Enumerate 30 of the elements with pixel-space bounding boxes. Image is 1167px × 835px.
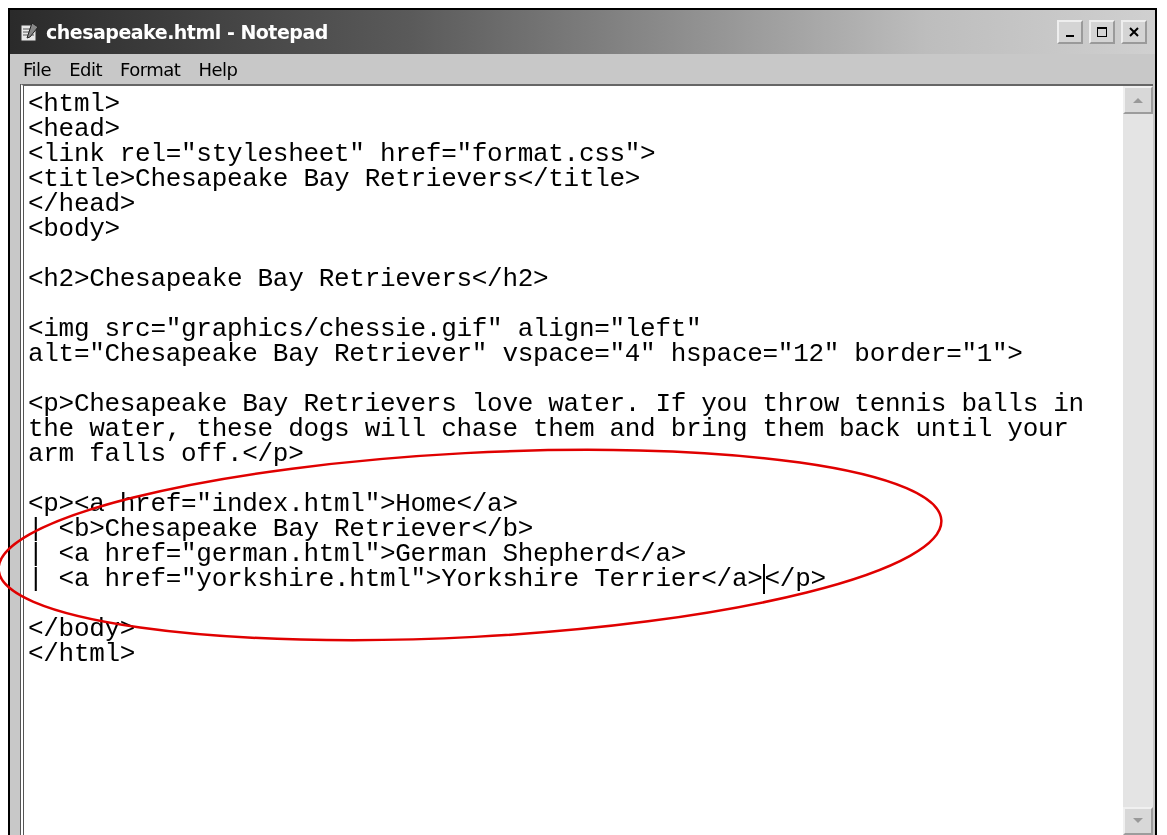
down-arrow-icon [1132,817,1144,825]
menu-item[interactable]: File [16,58,59,80]
code-line: | <a href="german.html">German Shepherd</a> [28,542,686,567]
minimize-button[interactable] [1057,20,1083,44]
code-line: </html> [28,642,136,667]
code-line: <body> [28,217,120,242]
close-button[interactable] [1121,20,1147,44]
menu-item[interactable]: Edit [62,58,109,80]
code-line: <img src="graphics/chessie.gif" align="left" [28,317,702,342]
code-line: <title>Chesapeake Bay Retrievers</title> [28,167,641,192]
menu-item[interactable]: Help [191,58,245,80]
code-line: the water, these dogs will chase them and bring them back until your [28,417,1069,442]
code-line: <head> [28,117,120,142]
code-line: <h2>Chesapeake Bay Retrievers</h2> [28,267,549,292]
code-line: <html> [28,92,120,117]
code-line: <p><a href="index.html">Home</a> [28,492,518,517]
close-icon [1128,26,1140,38]
menu-item[interactable]: Format [113,58,188,80]
maximize-icon [1096,26,1108,38]
code-line: </body> [28,617,136,642]
code-line: arm falls off.</p> [28,442,304,467]
minimize-icon [1066,35,1074,37]
code-line: | <a href="yorkshire.html">Yorkshire Terrier</a></p> [28,567,826,592]
code-line: <p>Chesapeake Bay Retrievers love water. If you throw tennis balls in [28,392,1084,417]
code-line: </head> [28,192,136,217]
code-line: alt="Chesapeake Bay Retriever" vspace="4" hspace="12" border="1"> [28,342,1023,367]
maximize-button[interactable] [1089,20,1115,44]
window-title: chesapeake.html - Notepad [46,21,329,43]
code-line: <link rel="stylesheet" href="format.css"> [28,142,656,167]
up-arrow-icon [1132,96,1144,104]
